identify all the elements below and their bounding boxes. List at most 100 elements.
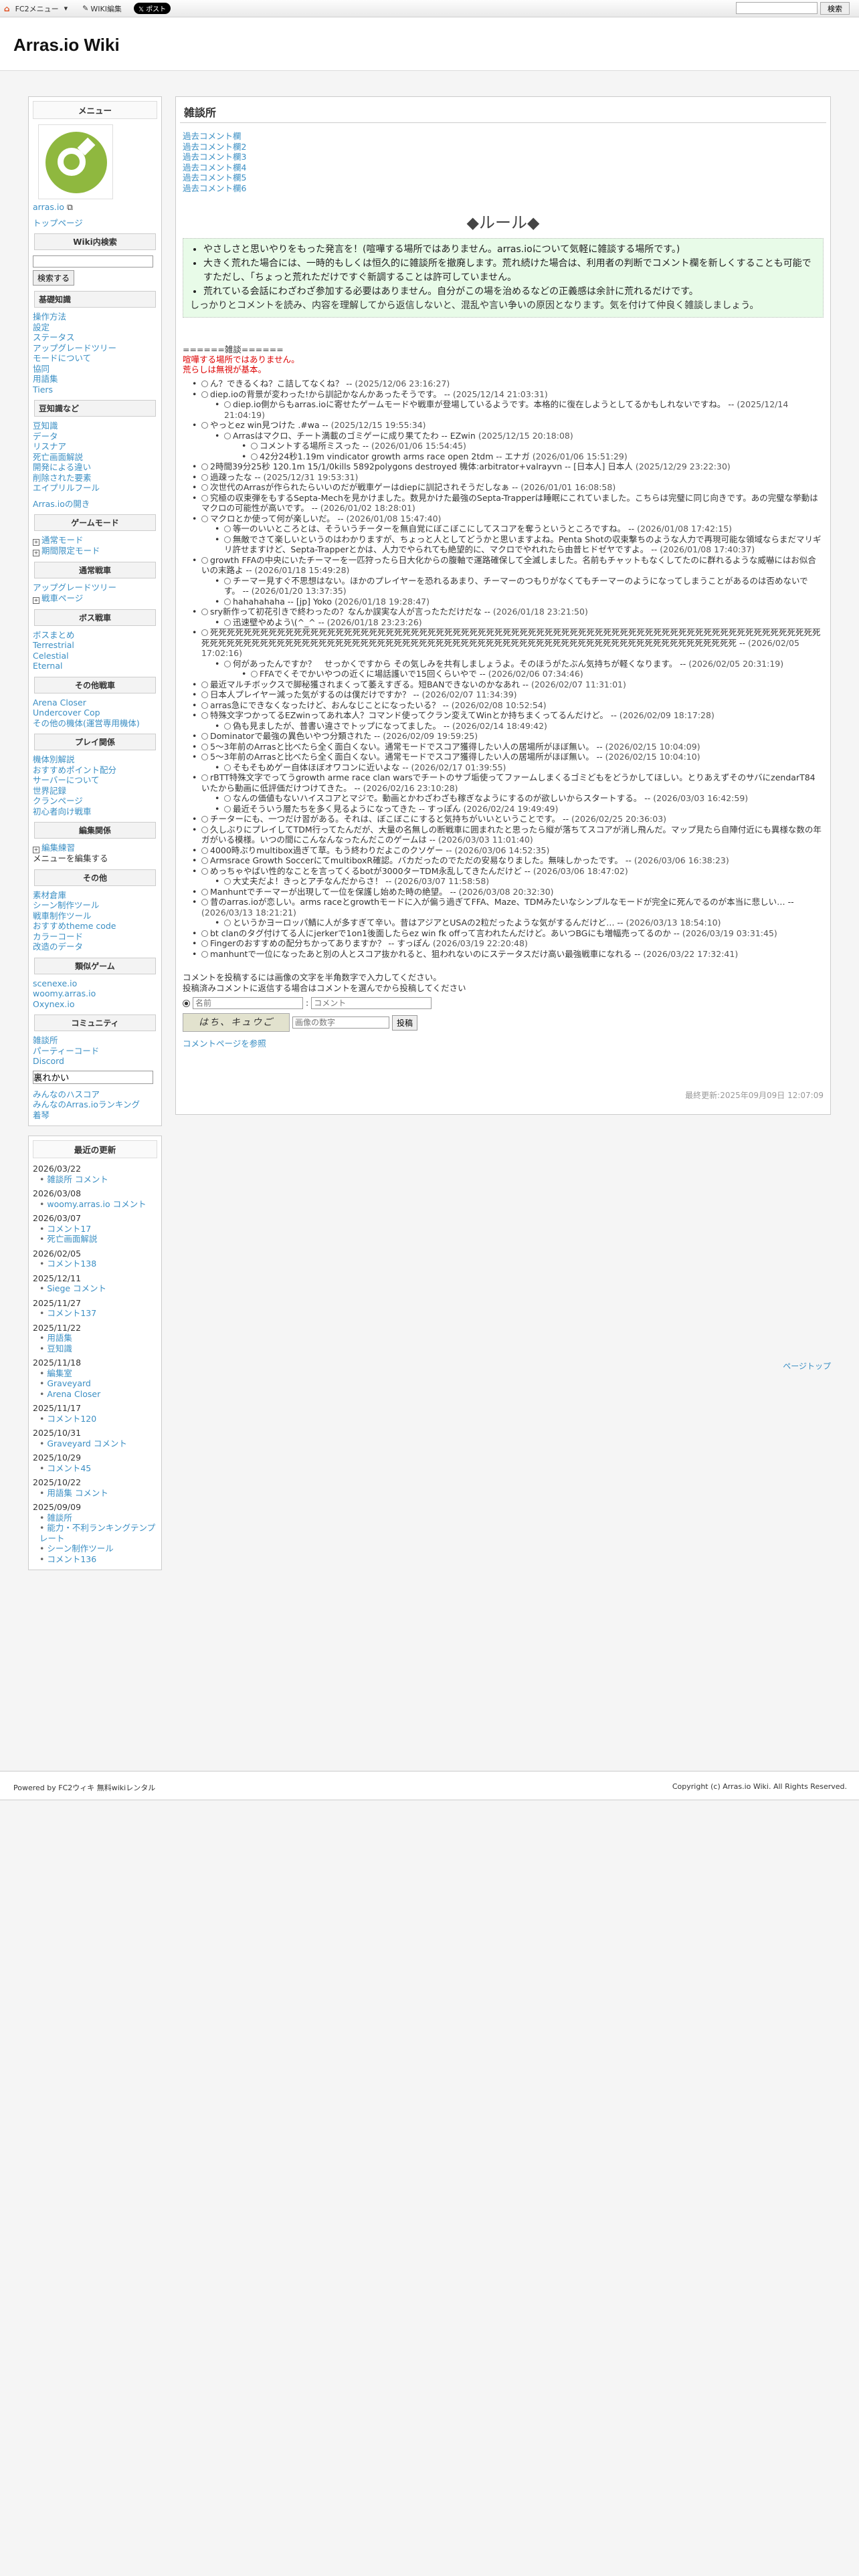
sidebar-item[interactable]: 豆知識 bbox=[33, 421, 58, 431]
site-search-button[interactable]: 検索 bbox=[820, 2, 850, 15]
sidebar-item[interactable]: Eternal bbox=[33, 661, 62, 671]
sidebar-item[interactable]: woomy.arras.io bbox=[33, 988, 96, 998]
reply-radio[interactable] bbox=[201, 816, 208, 823]
sidebar-item[interactable]: ボスまとめ bbox=[33, 630, 75, 640]
sidebar-item[interactable]: 設定 bbox=[33, 322, 50, 332]
sidebar-item[interactable]: みんなのハスコア bbox=[33, 1089, 100, 1099]
reply-radio[interactable] bbox=[201, 857, 208, 864]
arras-open-link[interactable]: Arras.ioの開き bbox=[33, 499, 90, 509]
reply-radio[interactable] bbox=[201, 381, 208, 387]
sidebar-item[interactable]: エイプリルフール bbox=[33, 483, 100, 493]
expand-icon[interactable]: + bbox=[33, 539, 39, 546]
reply-radio[interactable] bbox=[201, 422, 208, 429]
reply-radio[interactable] bbox=[224, 878, 231, 885]
captcha-input[interactable] bbox=[292, 1016, 389, 1029]
page-top-link[interactable]: ページトップ bbox=[783, 1362, 831, 1371]
recent-item-link[interactable]: Siege コメント bbox=[47, 1283, 106, 1293]
sidebar-item[interactable]: Discord bbox=[33, 1056, 64, 1066]
reply-radio[interactable] bbox=[201, 515, 208, 522]
top-page-link[interactable]: トップページ bbox=[33, 218, 83, 228]
recent-item-link[interactable]: コメント17 bbox=[47, 1224, 91, 1234]
wiki-search-input[interactable] bbox=[33, 255, 153, 267]
reply-radio[interactable] bbox=[224, 619, 231, 626]
reply-radio[interactable] bbox=[201, 733, 208, 740]
reply-radio[interactable] bbox=[201, 484, 208, 491]
edit-menu-link[interactable]: メニューを編集する bbox=[33, 853, 108, 863]
sidebar-item[interactable]: 素材倉庫 bbox=[33, 890, 66, 900]
nav-normal-mode[interactable]: 通常モード bbox=[41, 535, 84, 545]
recent-item-link[interactable]: コメント137 bbox=[47, 1308, 96, 1318]
recent-item-link[interactable]: コメント136 bbox=[47, 1554, 96, 1564]
sidebar-item[interactable]: シーン制作ツール bbox=[33, 900, 99, 910]
reply-radio[interactable] bbox=[224, 660, 231, 667]
recent-item-link[interactable]: Graveyard コメント bbox=[47, 1438, 126, 1448]
reply-radio[interactable] bbox=[201, 826, 208, 833]
recent-item-link[interactable]: コメント120 bbox=[47, 1414, 96, 1424]
reply-radio[interactable] bbox=[201, 473, 208, 481]
sidebar-item[interactable]: Terrestrial bbox=[33, 640, 74, 650]
recent-item-link[interactable]: 豆知識 bbox=[47, 1344, 72, 1354]
sidebar-item[interactable]: おすすめポイント配分 bbox=[33, 765, 116, 775]
reply-radio[interactable] bbox=[224, 764, 231, 771]
reply-radio[interactable] bbox=[201, 712, 208, 719]
sidebar-item[interactable]: 世界記録 bbox=[33, 786, 66, 796]
sidebar-item[interactable]: 戦車制作ツール bbox=[33, 911, 92, 921]
sidebar-item[interactable]: アップグレードツリー bbox=[33, 343, 116, 353]
reply-radio[interactable] bbox=[201, 391, 208, 398]
nav-tank-page[interactable]: 戦車ページ bbox=[41, 593, 83, 603]
reply-radio[interactable] bbox=[201, 940, 208, 947]
sidebar-item[interactable]: Celestial bbox=[33, 651, 69, 661]
sidebar-item[interactable]: サーバーについて bbox=[33, 775, 100, 785]
recent-item-link[interactable]: 用語集 bbox=[47, 1333, 72, 1343]
name-field[interactable] bbox=[193, 997, 303, 1009]
reply-radio[interactable] bbox=[201, 629, 208, 636]
footer-powered[interactable]: Powered by FC2ウィキ 無料wikiレンタル bbox=[13, 1782, 155, 1793]
past-comments-link[interactable]: 過去コメント欄6 bbox=[183, 183, 246, 193]
recent-item-link[interactable]: Graveyard bbox=[47, 1378, 91, 1388]
sidebar-item[interactable]: scenexe.io bbox=[33, 978, 77, 988]
reply-radio[interactable] bbox=[201, 609, 208, 615]
nav-limited-mode[interactable]: 期間限定モード bbox=[41, 546, 100, 556]
reply-radio[interactable] bbox=[201, 867, 208, 875]
recent-item-link[interactable]: 用語集 コメント bbox=[47, 1488, 108, 1498]
expand-icon[interactable]: + bbox=[33, 597, 39, 604]
reply-radio[interactable] bbox=[201, 494, 208, 502]
recent-item-link[interactable]: 雑談所 コメント bbox=[47, 1174, 108, 1184]
sidebar-item[interactable]: 初心者向け戦車 bbox=[33, 807, 92, 817]
sidebar-item[interactable]: 協同 bbox=[33, 364, 50, 374]
past-comments-link[interactable]: 過去コメント欄 bbox=[183, 131, 242, 141]
new-comment-radio[interactable] bbox=[183, 999, 190, 1007]
nav-edit-practice[interactable]: 編集練習 bbox=[41, 843, 75, 853]
fc2-menu-link[interactable]: FC2メニュー bbox=[15, 3, 59, 14]
recent-item-link[interactable]: シーン制作ツール bbox=[47, 1543, 113, 1553]
recent-item-link[interactable]: コメント45 bbox=[47, 1463, 91, 1473]
recent-item-link[interactable]: Arena Closer bbox=[47, 1389, 100, 1399]
sidebar-item[interactable]: 開発による違い bbox=[33, 462, 91, 472]
user-link[interactable]: arras.io bbox=[33, 202, 64, 212]
recent-item-link[interactable]: woomy.arras.io コメント bbox=[47, 1199, 146, 1209]
past-comments-link[interactable]: 過去コメント欄3 bbox=[183, 152, 246, 162]
sidebar-item[interactable]: その他の機体(運営専用機体) bbox=[33, 718, 140, 728]
past-comments-link[interactable]: 過去コメント欄4 bbox=[183, 163, 246, 173]
past-comments-link[interactable]: 過去コメント欄2 bbox=[183, 142, 246, 152]
reply-radio[interactable] bbox=[201, 930, 208, 937]
reply-radio[interactable] bbox=[201, 950, 208, 958]
sidebar-item[interactable]: Undercover Cop bbox=[33, 708, 100, 718]
reply-radio[interactable] bbox=[224, 577, 231, 584]
reply-radio[interactable] bbox=[224, 795, 231, 802]
post-button[interactable]: 投稿 bbox=[392, 1014, 418, 1031]
expand-icon[interactable]: + bbox=[33, 847, 39, 853]
sidebar-item[interactable]: クランページ bbox=[33, 796, 83, 806]
reply-radio[interactable] bbox=[201, 463, 208, 470]
sidebar-item[interactable]: 死亡画面解説 bbox=[33, 452, 83, 462]
reply-radio[interactable] bbox=[201, 743, 208, 750]
wiki-search-button[interactable]: 検索する bbox=[33, 270, 75, 286]
reply-radio[interactable] bbox=[201, 556, 208, 564]
reply-radio[interactable] bbox=[201, 774, 208, 781]
recent-item-link[interactable]: 能力・不利ランキングテンプレート bbox=[39, 1523, 155, 1543]
sidebar-item[interactable]: ステータス bbox=[33, 332, 75, 342]
sidebar-item[interactable]: 着琴 bbox=[33, 1110, 50, 1120]
sidebar-item[interactable]: リスナア bbox=[33, 441, 66, 451]
sidebar-item[interactable]: Oxynex.io bbox=[33, 999, 75, 1009]
sidebar-item[interactable]: 機体別解説 bbox=[33, 754, 75, 764]
